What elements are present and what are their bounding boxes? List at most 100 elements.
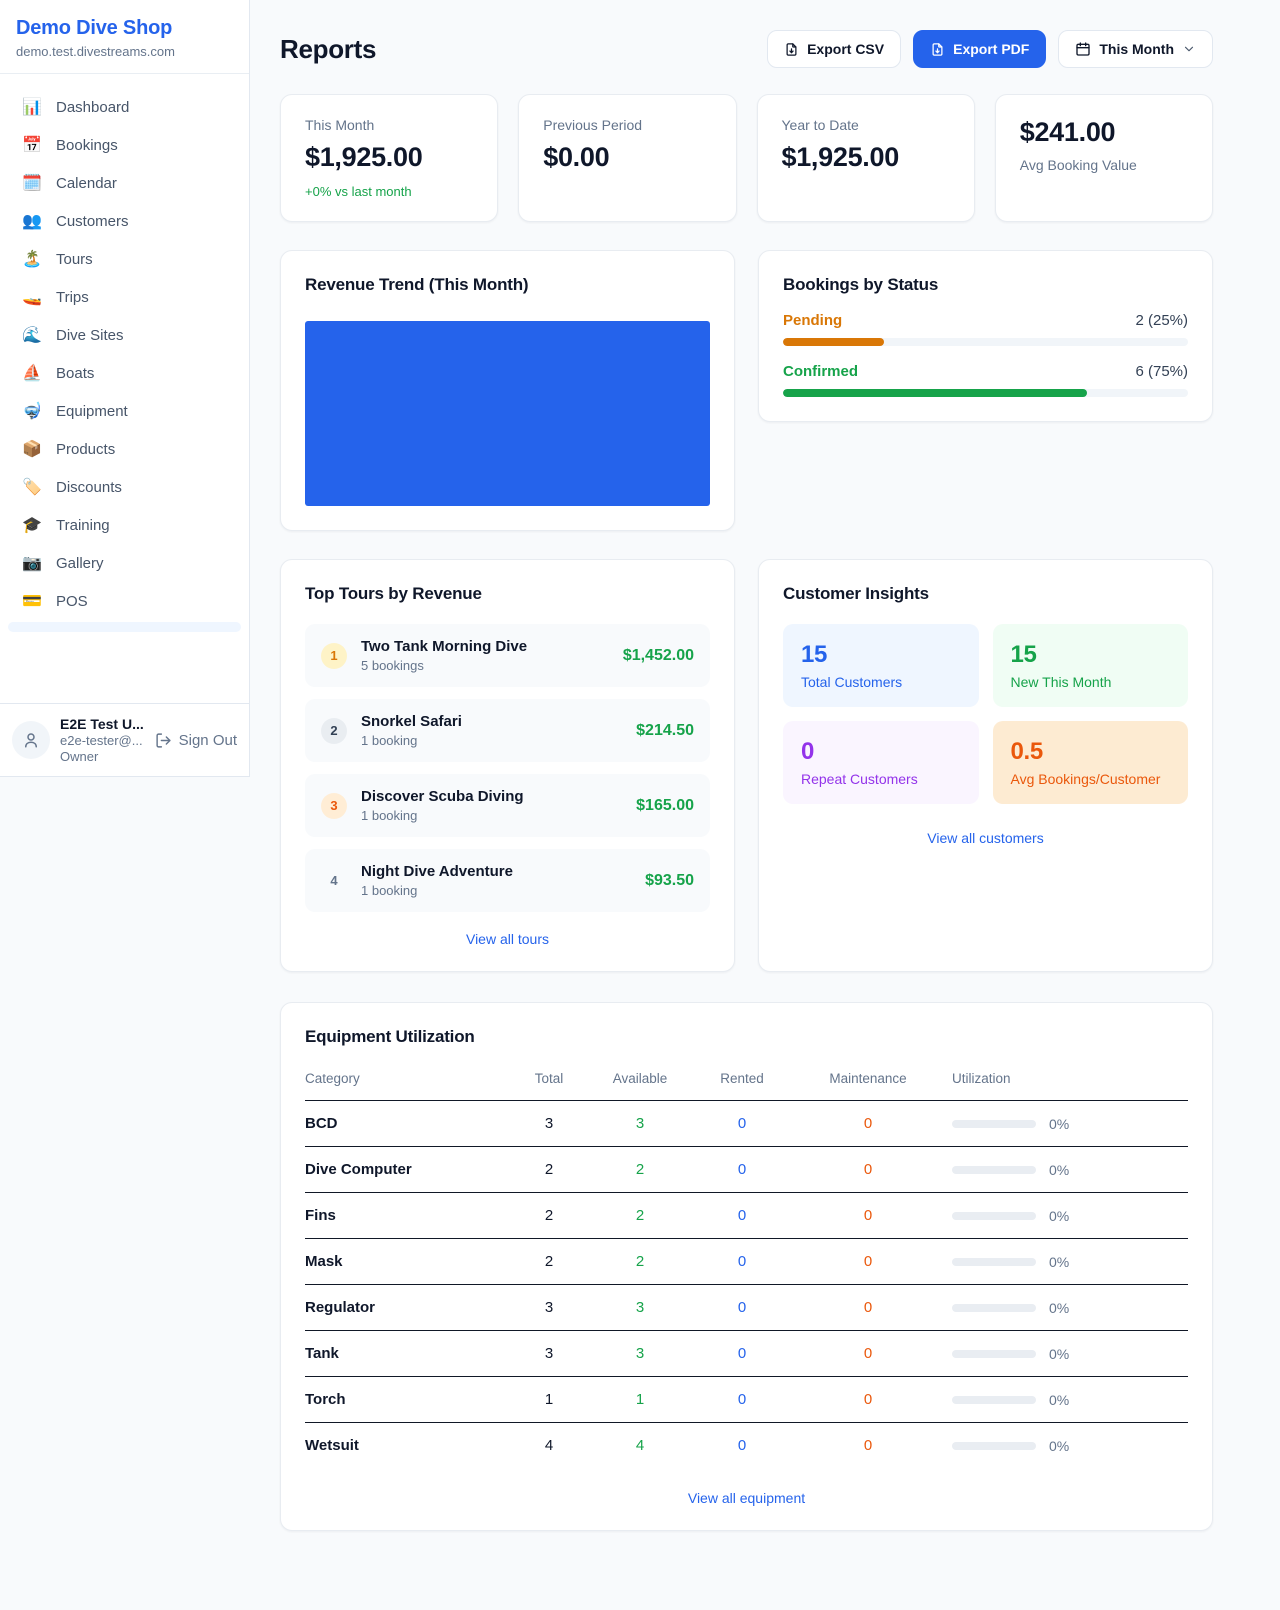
column-header-rented: Rented xyxy=(686,1063,798,1101)
stat-card-year-to-date: Year to Date$1,925.00 xyxy=(757,94,975,222)
trips-icon: 🚤 xyxy=(22,290,42,306)
customers-icon: 👥 xyxy=(22,214,42,230)
view-all-customers-link[interactable]: View all customers xyxy=(783,830,1188,846)
view-all-tours-link[interactable]: View all tours xyxy=(305,931,710,947)
cell-rented: 0 xyxy=(686,1101,798,1147)
sidebar-item-discounts[interactable]: 🏷️ Discounts xyxy=(8,469,241,506)
stat-label: Previous Period xyxy=(543,117,711,133)
cell-available: 3 xyxy=(594,1101,686,1147)
sidebar-item-label: Customers xyxy=(56,213,129,230)
customer-insights-card: Customer Insights 15Total Customers15New… xyxy=(758,559,1213,972)
equipment-row-regulator: Regulator33000% xyxy=(305,1285,1188,1331)
column-header-category: Category xyxy=(305,1063,504,1101)
cell-rented: 0 xyxy=(686,1239,798,1285)
cell-category: Fins xyxy=(305,1193,504,1239)
stat-label: This Month xyxy=(305,117,473,133)
equipment-row-torch: Torch11000% xyxy=(305,1377,1188,1423)
sidebar-item-label: Trips xyxy=(56,289,89,306)
insight-tiles: 15Total Customers15New This Month0Repeat… xyxy=(783,624,1188,804)
utilization-bar xyxy=(952,1350,1036,1358)
file-download-icon xyxy=(930,42,945,57)
cell-utilization: 0% xyxy=(938,1331,1188,1377)
equipment-table: Category Total Available Rented Maintena… xyxy=(305,1063,1188,1468)
tile-label: Repeat Customers xyxy=(801,771,961,787)
status-count: 2 (25%) xyxy=(1135,312,1188,329)
sign-out-button[interactable]: Sign Out xyxy=(155,732,237,749)
tour-bookings: 1 booking xyxy=(361,808,524,823)
utilization-bar xyxy=(952,1442,1036,1450)
utilization-text: 0% xyxy=(1049,1162,1069,1178)
training-icon: 🎓 xyxy=(22,518,42,534)
equipment-row-tank: Tank33000% xyxy=(305,1331,1188,1377)
equipment-row-bcd: BCD33000% xyxy=(305,1101,1188,1147)
column-header-total: Total xyxy=(504,1063,594,1101)
equipment-table-header: Category Total Available Rented Maintena… xyxy=(305,1063,1188,1101)
tour-row-two-tank-morning-dive[interactable]: 1Two Tank Morning Dive5 bookings$1,452.0… xyxy=(305,624,710,687)
period-label: This Month xyxy=(1099,41,1174,57)
sidebar-item-equipment[interactable]: 🤿Equipment xyxy=(8,393,241,430)
cell-rented: 0 xyxy=(686,1147,798,1193)
page-header: Reports Export CSV Export PDF This Month xyxy=(280,30,1213,68)
cell-category: Mask xyxy=(305,1239,504,1285)
tour-name: Snorkel Safari xyxy=(361,713,462,730)
sidebar-item-pos[interactable]: 💳POS xyxy=(8,583,241,620)
user-info: E2E Test U... e2e-tester@... Owner xyxy=(60,716,144,764)
stat-value: $0.00 xyxy=(543,142,711,173)
utilization-bar xyxy=(952,1258,1036,1266)
tour-row-night-dive-adventure[interactable]: 4Night Dive Adventure1 booking$93.50 xyxy=(305,849,710,912)
cell-utilization: 0% xyxy=(938,1285,1188,1331)
sidebar-item-customers[interactable]: 👥 Customers xyxy=(8,203,241,240)
cell-total: 3 xyxy=(504,1101,594,1147)
tile-value: 15 xyxy=(1011,641,1171,669)
sidebar-item-boats[interactable]: ⛵Boats xyxy=(8,355,241,392)
export-csv-button[interactable]: Export CSV xyxy=(767,30,901,68)
tour-bookings: 5 bookings xyxy=(361,658,527,673)
equipment-row-dive-computer: Dive Computer22000% xyxy=(305,1147,1188,1193)
tile-value: 15 xyxy=(801,641,961,669)
sidebar-item-label: Bookings xyxy=(56,137,118,154)
column-header-utilization: Utilization xyxy=(938,1063,1188,1101)
cell-utilization: 0% xyxy=(938,1101,1188,1147)
tour-row-snorkel-safari[interactable]: 2Snorkel Safari1 booking$214.50 xyxy=(305,699,710,762)
stats-grid: This Month$1,925.00+0% vs last monthPrev… xyxy=(280,94,1213,222)
sidebar-item-gallery[interactable]: 📷Gallery xyxy=(8,545,241,582)
cell-utilization: 0% xyxy=(938,1193,1188,1239)
tour-bookings: 1 booking xyxy=(361,733,462,748)
cell-utilization: 0% xyxy=(938,1377,1188,1423)
sidebar-item-products[interactable]: 📦Products xyxy=(8,431,241,468)
top-tours-title: Top Tours by Revenue xyxy=(305,584,710,604)
sidebar-item-dive-sites[interactable]: 🌊Dive Sites xyxy=(8,317,241,354)
view-all-equipment-link[interactable]: View all equipment xyxy=(305,1490,1188,1506)
cell-category: Tank xyxy=(305,1331,504,1377)
products-icon: 📦 xyxy=(22,442,42,458)
equipment-row-mask: Mask22000% xyxy=(305,1239,1188,1285)
utilization-text: 0% xyxy=(1049,1392,1069,1408)
export-pdf-button[interactable]: Export PDF xyxy=(913,30,1046,68)
calendar-icon: 🗓️ xyxy=(22,176,42,192)
utilization-text: 0% xyxy=(1049,1254,1069,1270)
period-select[interactable]: This Month xyxy=(1058,30,1213,68)
sidebar-item-reports-partial[interactable] xyxy=(8,622,241,632)
export-pdf-label: Export PDF xyxy=(953,41,1029,57)
status-label: Pending xyxy=(783,312,842,329)
sidebar-item-label: Discounts xyxy=(56,479,122,496)
sidebar-item-tours[interactable]: 🏝️Tours xyxy=(8,241,241,278)
top-tours-card: Top Tours by Revenue 1Two Tank Morning D… xyxy=(280,559,735,972)
cell-rented: 0 xyxy=(686,1331,798,1377)
status-progress-fill xyxy=(783,389,1087,397)
cell-maintenance: 0 xyxy=(798,1331,938,1377)
sidebar-item-trips[interactable]: 🚤 Trips xyxy=(8,279,241,316)
cell-utilization: 0% xyxy=(938,1147,1188,1193)
sidebar-item-training[interactable]: 🎓Training xyxy=(8,507,241,544)
header-actions: Export CSV Export PDF This Month xyxy=(767,30,1213,68)
cell-category: Wetsuit xyxy=(305,1423,504,1469)
revenue-trend-card: Revenue Trend (This Month) xyxy=(280,250,735,531)
sidebar-item-calendar[interactable]: 🗓️Calendar xyxy=(8,165,241,202)
tour-row-discover-scuba-diving[interactable]: 3Discover Scuba Diving1 booking$165.00 xyxy=(305,774,710,837)
insight-tile-new-this-month: 15New This Month xyxy=(993,624,1189,707)
sidebar-item-bookings[interactable]: 📅Bookings xyxy=(8,127,241,164)
stat-value: $241.00 xyxy=(1020,117,1188,148)
discounts-icon: 🏷️ xyxy=(22,480,42,496)
sidebar-item-dashboard[interactable]: 📊Dashboard xyxy=(8,89,241,126)
tile-label: Total Customers xyxy=(801,674,961,690)
